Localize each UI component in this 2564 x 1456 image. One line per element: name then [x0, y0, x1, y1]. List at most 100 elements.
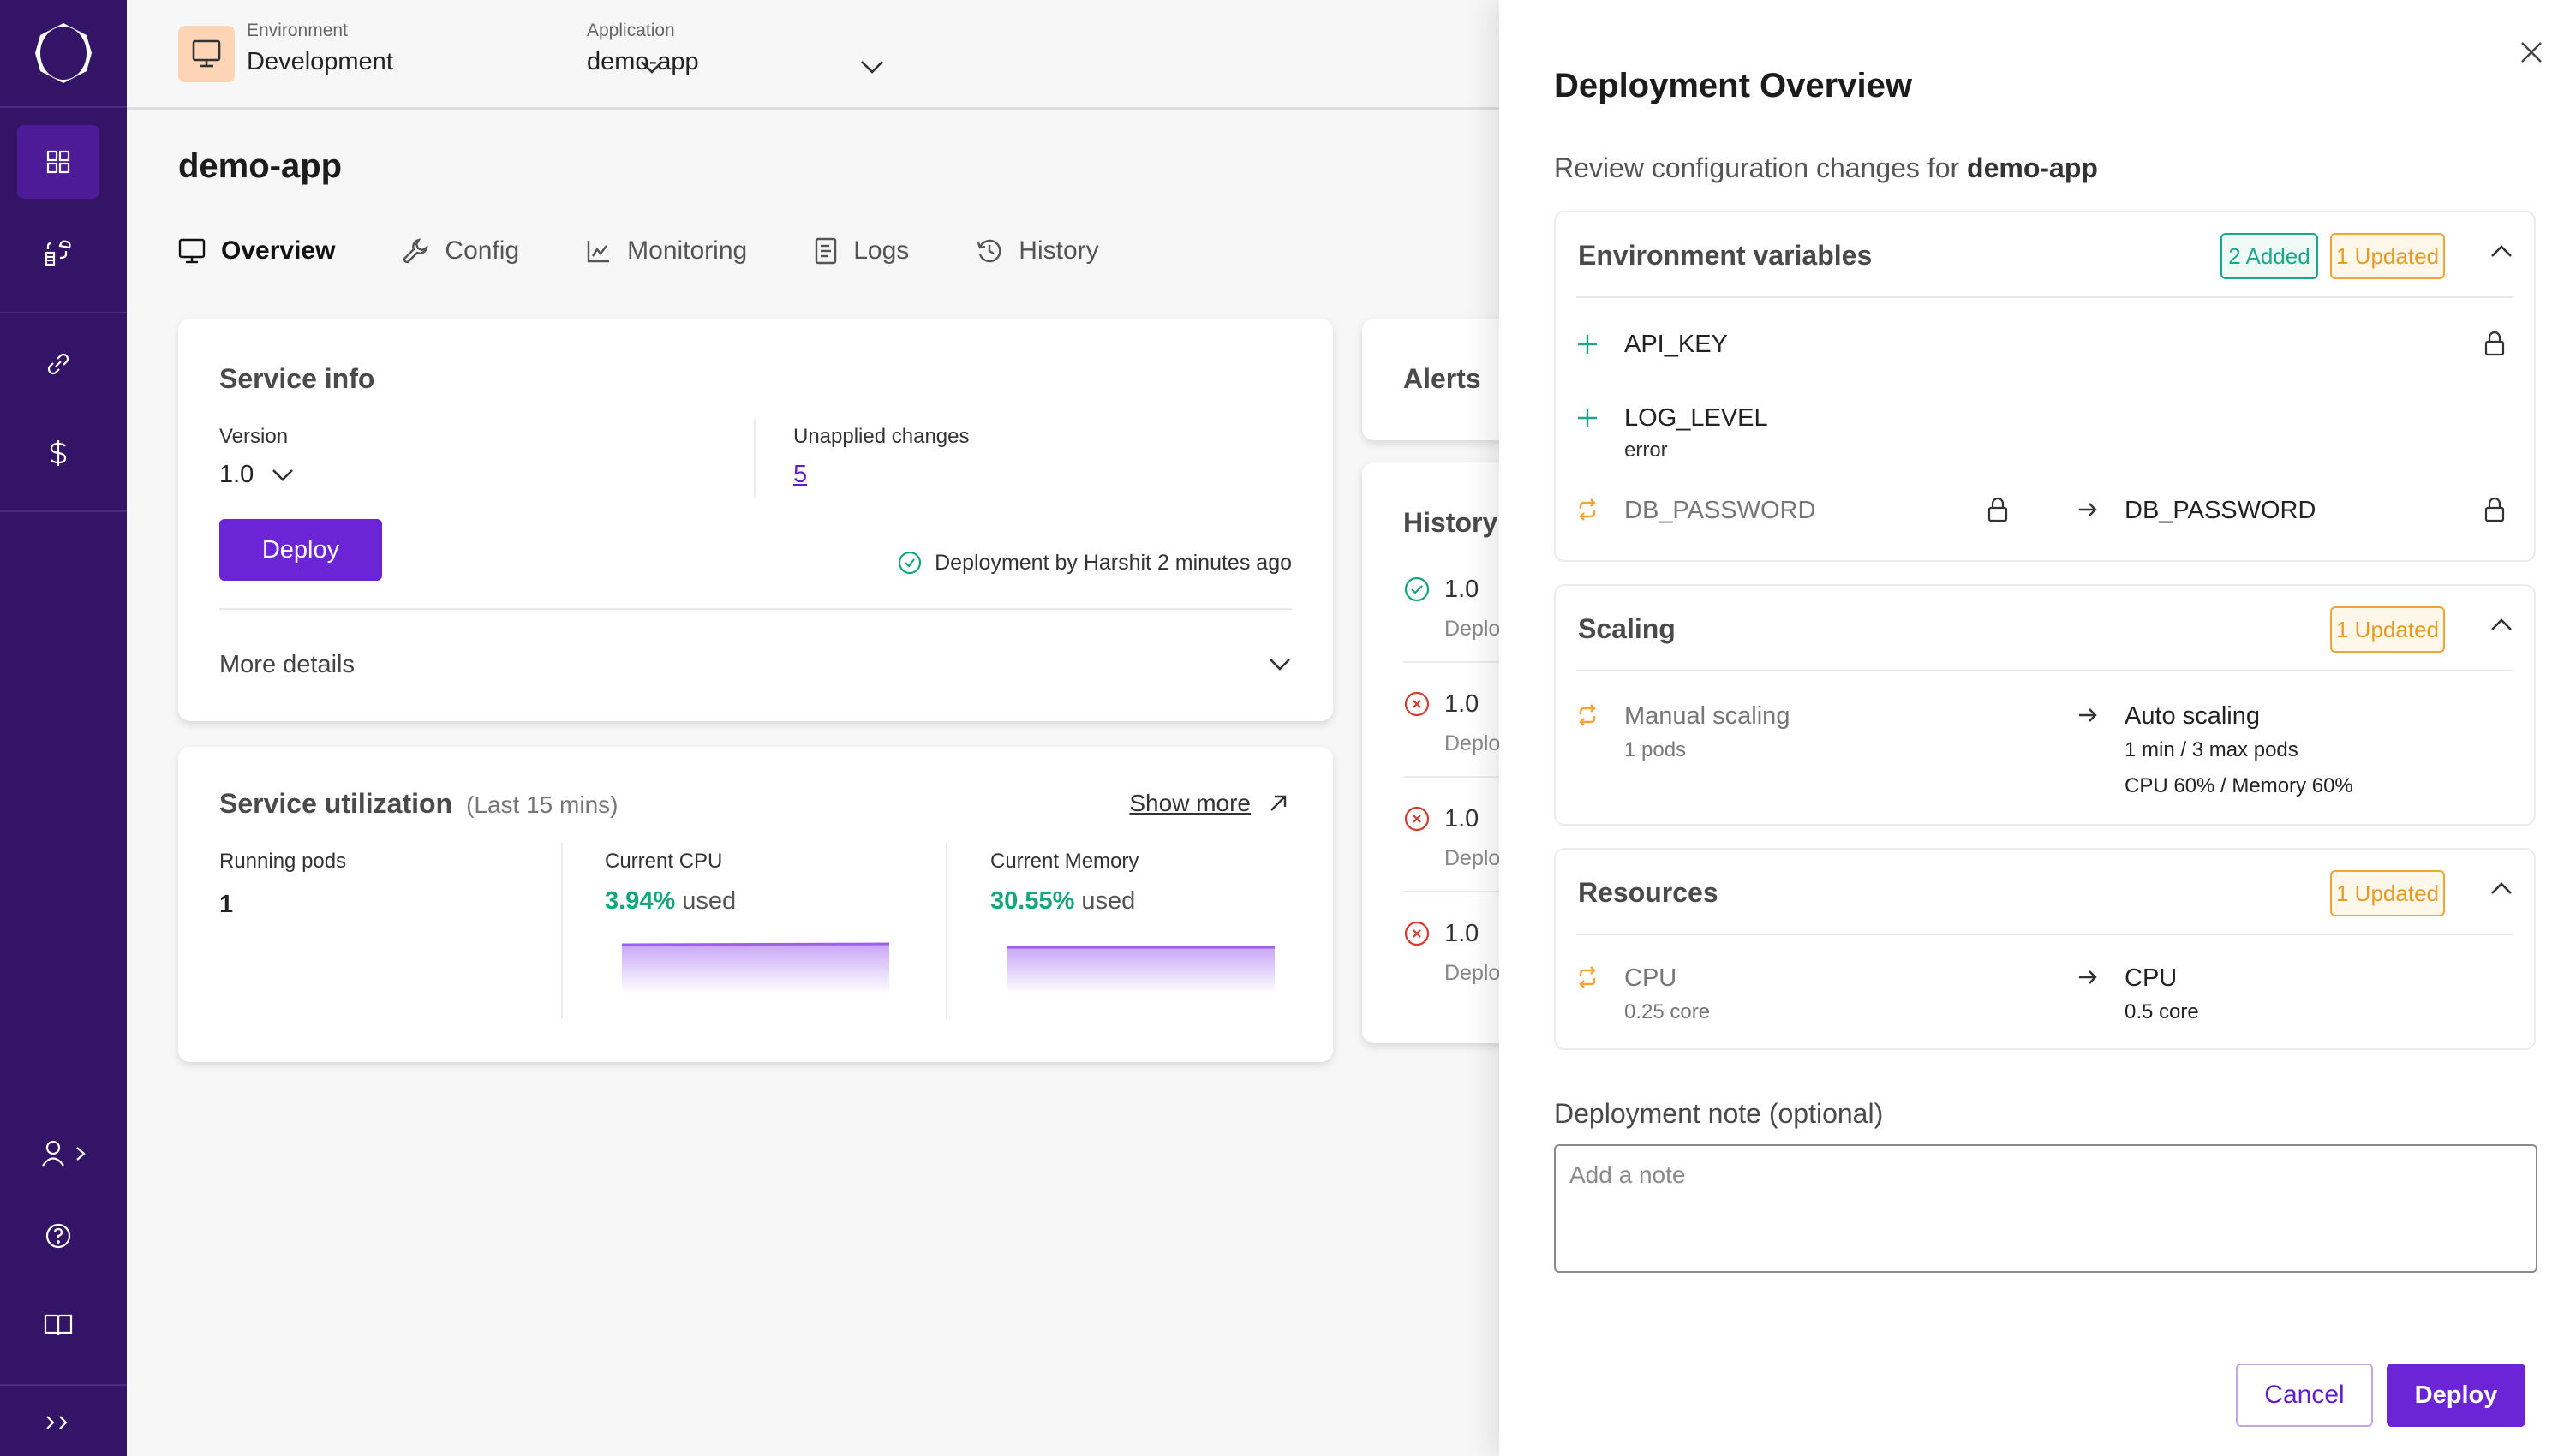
deployment-note-input[interactable]	[1554, 1144, 2537, 1273]
lock-icon	[1987, 497, 2008, 522]
chevron-up-icon[interactable]	[2489, 243, 2513, 259]
service-info-card: Service info Version 1.0 Unapplied chang…	[178, 319, 1333, 721]
utilization-subtitle: (Last 15 mins)	[466, 791, 619, 818]
tab-config[interactable]: Config	[402, 236, 519, 266]
sidebar	[0, 0, 127, 1456]
page-title: demo-app	[178, 147, 343, 185]
version-select[interactable]: 1.0	[219, 461, 295, 489]
application-label: Application	[587, 21, 675, 40]
sidebar-item-billing[interactable]	[17, 416, 99, 490]
cpu-area	[622, 944, 889, 994]
tab-label: Config	[445, 236, 520, 265]
deployment-note-label: Deployment note (optional)	[1554, 1098, 1884, 1129]
alerts-title: Alerts	[1403, 363, 1481, 394]
more-details-toggle[interactable]: More details	[219, 639, 1292, 690]
chart-line-icon	[587, 241, 610, 263]
sidebar-item-account[interactable]	[26, 1117, 108, 1190]
tab-history[interactable]: History	[976, 236, 1099, 266]
running-pods-label: Running pods	[219, 850, 347, 873]
env-vars-header[interactable]: Environment variables 2 Added 1 Updated	[1576, 212, 2513, 298]
memory-usage: 30.55% used	[990, 887, 1135, 916]
arrow-right-icon	[2079, 708, 2097, 722]
close-icon[interactable]	[2517, 38, 2546, 67]
subtitle-app-name: demo-app	[1967, 152, 2098, 183]
resources-old-title: CPU	[1624, 964, 1677, 992]
cancel-button[interactable]: Cancel	[2236, 1364, 2373, 1427]
environment-value: Development	[247, 48, 393, 75]
deploy-button[interactable]: Deploy	[219, 519, 382, 581]
version-value: 1.0	[219, 461, 254, 488]
show-more-label: Show more	[1129, 790, 1251, 816]
swap-icon	[1579, 498, 1596, 521]
memory-suffix: used	[1081, 887, 1136, 915]
resources-title: Resources	[1578, 877, 1718, 908]
monitor-icon	[178, 238, 206, 264]
tab-monitoring[interactable]: Monitoring	[586, 236, 747, 266]
sidebar-divider	[0, 1384, 127, 1386]
top-header: Environment Development Application demo…	[127, 0, 1499, 110]
sidebar-divider	[0, 312, 127, 313]
drawer-subtitle: Review configuration changes for demo-ap…	[1554, 152, 2098, 184]
cpu-line	[622, 942, 889, 946]
sidebar-item-integrations[interactable]	[17, 327, 99, 401]
scaling-new-title: Auto scaling	[2125, 702, 2260, 730]
arrow-up-right-icon	[1270, 795, 1287, 811]
chevron-up-icon[interactable]	[2489, 880, 2513, 896]
chevron-up-icon[interactable]	[2489, 617, 2513, 632]
sidebar-item-dashboard[interactable]	[17, 125, 99, 199]
history-version: 1.0	[1444, 920, 1479, 947]
drawer-title: Deployment Overview	[1554, 67, 1912, 104]
scaling-header[interactable]: Scaling 1 Updated	[1576, 586, 2513, 671]
utilization-header: Service utilization (Last 15 mins)	[219, 788, 618, 820]
sidebar-divider	[0, 510, 127, 512]
wrench-icon	[403, 238, 429, 264]
show-more-link[interactable]: Show more	[1129, 790, 1288, 817]
logo[interactable]	[0, 0, 127, 108]
application-selector[interactable]: Application demo-app	[587, 21, 895, 76]
tab-label: Overview	[221, 236, 336, 265]
resources-new-sub: 0.5 core	[2125, 1000, 2199, 1023]
cpu-usage: 3.94% used	[605, 887, 736, 916]
scaling-title: Scaling	[1578, 613, 1676, 644]
sidebar-expand-button[interactable]	[17, 1389, 99, 1456]
check-circle-icon	[1404, 576, 1430, 602]
sidebar-item-help[interactable]	[17, 1199, 99, 1273]
tab-label: Monitoring	[627, 236, 748, 265]
sidebar-item-docs[interactable]	[17, 1288, 99, 1362]
chevron-down-icon	[861, 61, 883, 74]
tab-bar: Overview Config Monitoring Logs History	[178, 236, 1166, 266]
environment-badge	[178, 26, 235, 82]
subtitle-prefix: Review configuration changes for	[1554, 152, 1968, 183]
tab-label: History	[1019, 236, 1099, 265]
updated-badge: 1 Updated	[2330, 606, 2445, 653]
check-circle-icon	[899, 551, 922, 575]
unapplied-changes-link[interactable]: 5	[793, 461, 807, 489]
tab-logs[interactable]: Logs	[814, 236, 909, 266]
deployment-overview-drawer: Deployment Overview Review configuration…	[1499, 0, 2564, 1456]
last-deployment-status: Deployment by Harshit 2 minutes ago	[897, 550, 1292, 576]
lock-icon	[2484, 331, 2505, 356]
cpu-suffix: used	[682, 887, 737, 915]
help-circle-icon	[45, 1223, 71, 1249]
env-vars-section: Environment variables 2 Added 1 Updated …	[1554, 211, 2536, 562]
monitor-icon	[192, 39, 221, 68]
memory-area	[1007, 947, 1275, 994]
sidebar-item-services[interactable]	[17, 216, 99, 289]
scaling-new-thresholds: CPU 60% / Memory 60%	[2125, 774, 2353, 797]
history-version: 1.0	[1444, 805, 1479, 832]
logo-icon	[35, 23, 92, 83]
resources-section: Resources 1 Updated CPU 0.25 core CPU 0.…	[1554, 848, 2536, 1050]
tab-overview[interactable]: Overview	[178, 236, 335, 266]
x-circle-icon	[1404, 691, 1430, 717]
history-version: 1.0	[1444, 690, 1479, 718]
plus-icon	[1578, 409, 1597, 427]
resources-header[interactable]: Resources 1 Updated	[1576, 850, 2513, 935]
confirm-deploy-button[interactable]: Deploy	[2387, 1364, 2525, 1427]
swap-icon	[1579, 966, 1596, 988]
history-title: History	[1403, 507, 1498, 538]
file-text-icon	[816, 237, 837, 265]
resources-new-title: CPU	[2125, 964, 2178, 992]
environment-selector[interactable]: Environment Development	[247, 21, 663, 76]
unapplied-changes-label: Unapplied changes	[793, 425, 970, 448]
cpu-label: Current CPU	[605, 850, 723, 873]
